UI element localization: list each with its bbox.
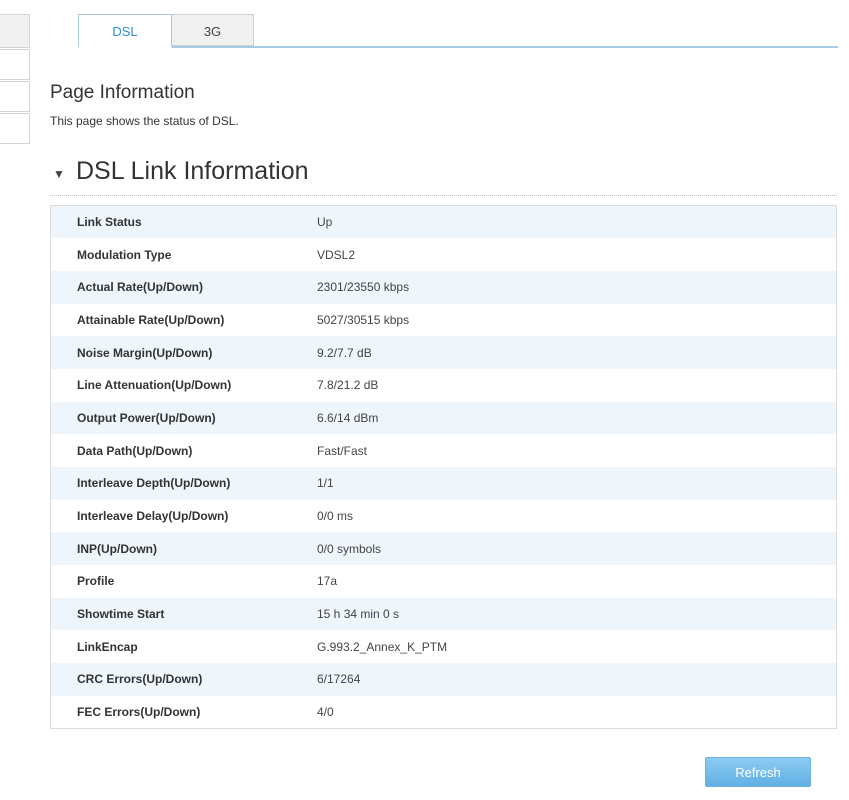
row-value: 7.8/21.2 dB xyxy=(317,378,379,393)
section-title: DSL Link Information xyxy=(76,157,309,185)
row-value: Fast/Fast xyxy=(317,443,368,458)
refresh-button[interactable]: Refresh xyxy=(705,757,811,787)
row-value: 5027/30515 kbps xyxy=(317,312,410,327)
triangle-down-icon[interactable]: ▼ xyxy=(53,167,65,181)
dsl-info-table: Link Status Up Modulation Type VDSL2 Act… xyxy=(50,205,837,729)
row-value: VDSL2 xyxy=(317,247,356,262)
table-row: Modulation Type VDSL2 xyxy=(50,238,837,271)
sidebar-item[interactable] xyxy=(0,113,30,144)
table-row: FEC Errors(Up/Down) 4/0 xyxy=(50,695,837,729)
table-row: Link Status Up xyxy=(50,205,837,239)
row-label: Modulation Type xyxy=(77,247,172,262)
table-row: Noise Margin(Up/Down) 9.2/7.7 dB xyxy=(50,336,837,369)
row-label: Interleave Depth(Up/Down) xyxy=(77,476,231,491)
row-value: 4/0 xyxy=(317,704,334,719)
row-value: 0/0 ms xyxy=(317,509,354,524)
row-label: LinkEncap xyxy=(77,639,138,654)
row-value: 9.2/7.7 dB xyxy=(317,345,372,360)
table-row: Showtime Start 15 h 34 min 0 s xyxy=(50,597,837,631)
tab-dsl[interactable]: DSL xyxy=(78,14,172,48)
row-value: 1/1 xyxy=(317,476,334,491)
section-header-dsl-link-information[interactable]: ▼ DSL Link Information xyxy=(50,156,837,196)
table-row: Interleave Delay(Up/Down) 0/0 ms xyxy=(50,499,837,533)
table-row: CRC Errors(Up/Down) 6/17264 xyxy=(50,663,837,696)
sidebar xyxy=(0,14,30,145)
table-row: Line Attenuation(Up/Down) 7.8/21.2 dB xyxy=(50,368,837,402)
tab-bar: DSL 3G xyxy=(78,14,838,48)
row-value: 6/17264 xyxy=(317,672,361,687)
row-label: Link Status xyxy=(77,215,142,230)
row-label: FEC Errors(Up/Down) xyxy=(77,704,201,719)
table-row: LinkEncap G.993.2_Annex_K_PTM xyxy=(50,630,837,664)
row-label: Line Attenuation(Up/Down) xyxy=(77,378,232,393)
row-label: Noise Margin(Up/Down) xyxy=(77,345,213,360)
row-label: Profile xyxy=(77,574,115,589)
tab-3g[interactable]: 3G xyxy=(172,14,254,46)
sidebar-item[interactable] xyxy=(0,81,30,112)
row-value: Up xyxy=(317,215,333,230)
table-row: Interleave Depth(Up/Down) 1/1 xyxy=(50,467,837,500)
table-row: Actual Rate(Up/Down) 2301/23550 kbps xyxy=(50,270,837,304)
row-label: Data Path(Up/Down) xyxy=(77,443,193,458)
row-value: G.993.2_Annex_K_PTM xyxy=(317,639,448,654)
row-value: 17a xyxy=(317,574,338,589)
row-label: CRC Errors(Up/Down) xyxy=(77,672,203,687)
page-description: This page shows the status of DSL. xyxy=(50,114,239,128)
row-value: 2301/23550 kbps xyxy=(317,280,410,295)
table-row: Data Path(Up/Down) Fast/Fast xyxy=(50,434,837,467)
row-label: Showtime Start xyxy=(77,607,165,622)
table-row: Profile 17a xyxy=(50,565,837,598)
page-title: Page Information xyxy=(50,82,195,103)
row-label: Interleave Delay(Up/Down) xyxy=(77,509,229,524)
row-label: Actual Rate(Up/Down) xyxy=(77,280,203,295)
sidebar-item[interactable] xyxy=(0,49,30,80)
table-row: Output Power(Up/Down) 6.6/14 dBm xyxy=(50,401,837,435)
row-label: Attainable Rate(Up/Down) xyxy=(77,312,225,327)
table-row: Attainable Rate(Up/Down) 5027/30515 kbps xyxy=(50,303,837,337)
page: DSL 3G Page Information This page shows … xyxy=(0,0,849,800)
row-label: INP(Up/Down) xyxy=(77,541,157,556)
sidebar-item[interactable] xyxy=(0,14,30,48)
row-value: 6.6/14 dBm xyxy=(317,410,379,425)
row-label: Output Power(Up/Down) xyxy=(77,410,216,425)
row-value: 0/0 symbols xyxy=(317,541,382,556)
row-value: 15 h 34 min 0 s xyxy=(317,607,400,622)
table-row: INP(Up/Down) 0/0 symbols xyxy=(50,532,837,566)
